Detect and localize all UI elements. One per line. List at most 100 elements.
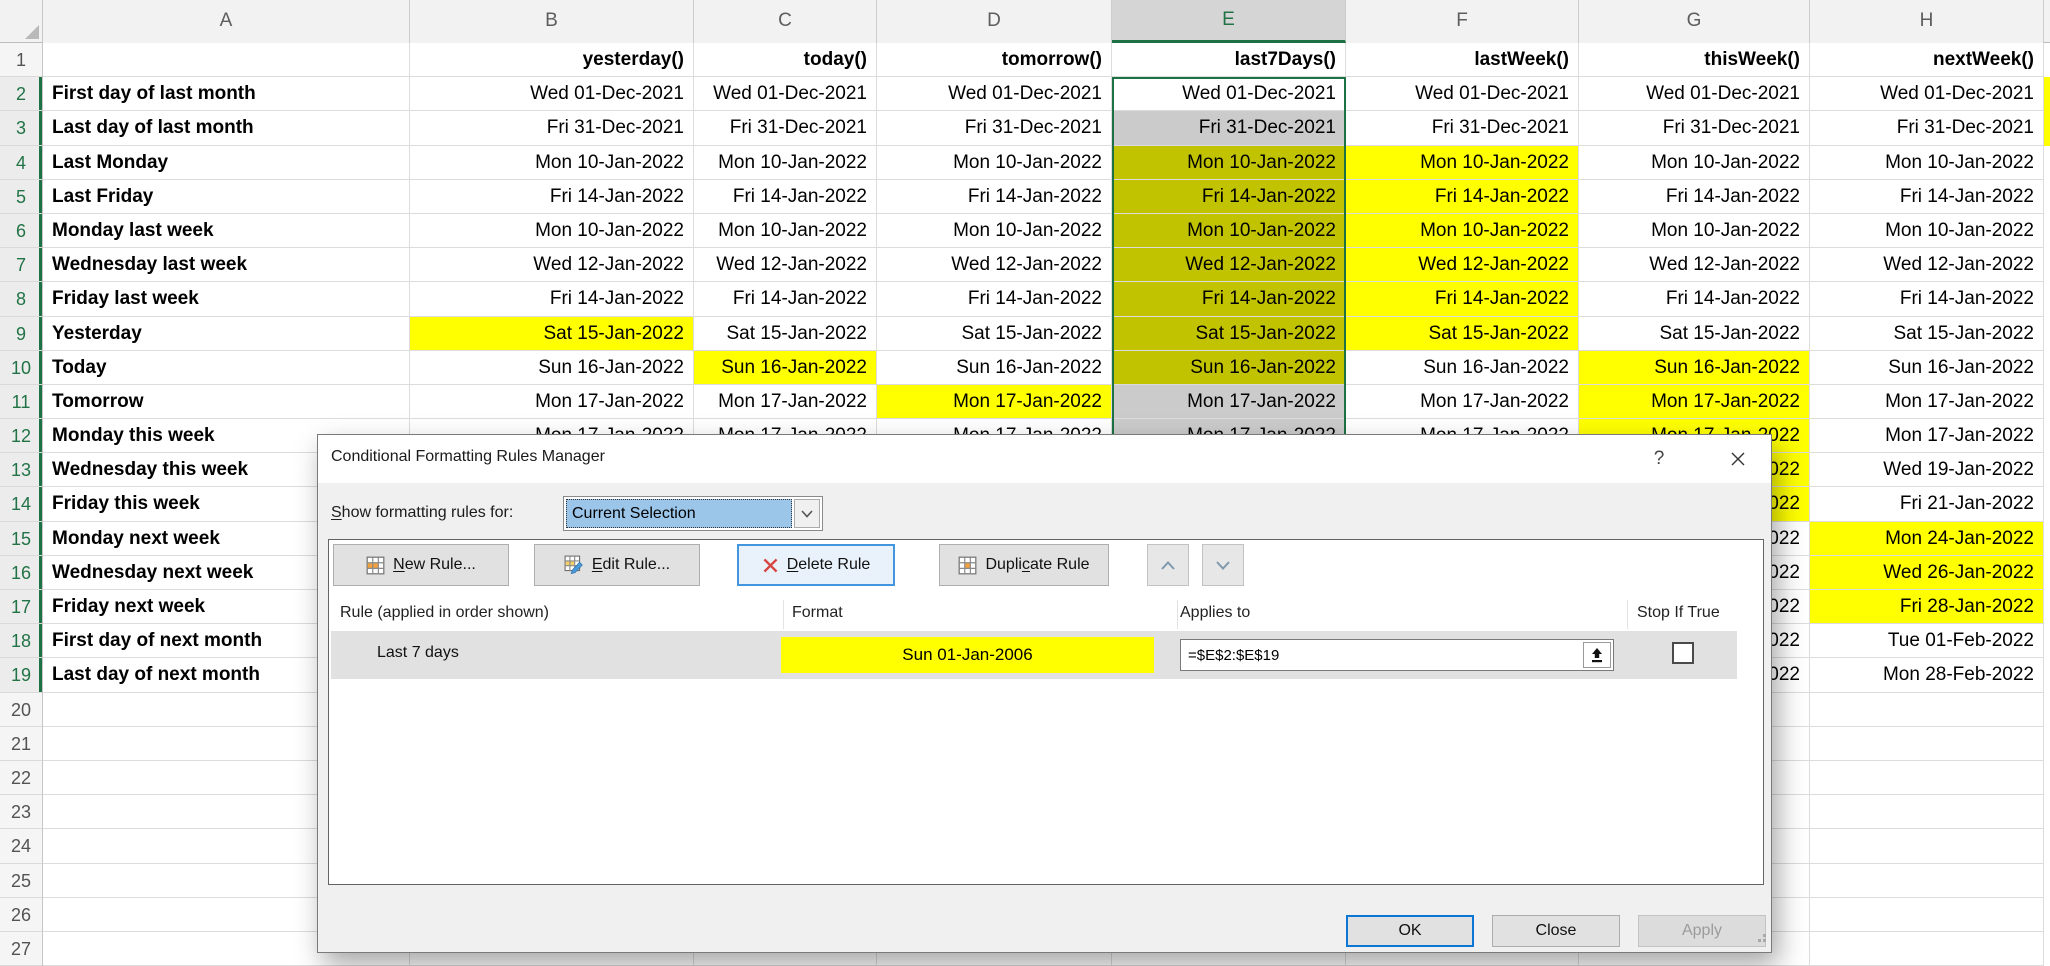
row-header-26[interactable]: 26 xyxy=(0,898,42,932)
cell-H9[interactable]: Sat 15-Jan-2022 xyxy=(1810,317,2044,351)
cell-H21[interactable] xyxy=(1810,727,2044,761)
cell-F4[interactable]: Mon 10-Jan-2022 xyxy=(1346,146,1579,180)
cell-H19[interactable]: Mon 28-Feb-2022 xyxy=(1810,658,2044,692)
cell-D8[interactable]: Fri 14-Jan-2022 xyxy=(877,282,1112,316)
cell-B2[interactable]: Wed 01-Dec-2021 xyxy=(410,77,694,111)
cell-G4[interactable]: Mon 10-Jan-2022 xyxy=(1579,146,1810,180)
column-header-D[interactable]: D xyxy=(877,0,1112,43)
cell-D11[interactable]: Mon 17-Jan-2022 xyxy=(877,385,1112,419)
cell-F3[interactable]: Fri 31-Dec-2021 xyxy=(1346,111,1579,145)
cell-F11[interactable]: Mon 17-Jan-2022 xyxy=(1346,385,1579,419)
cell-B5[interactable]: Fri 14-Jan-2022 xyxy=(410,180,694,214)
row-header-27[interactable]: 27 xyxy=(0,932,42,966)
cell-D1[interactable]: tomorrow() xyxy=(877,43,1112,77)
row-header-3[interactable]: 3 xyxy=(0,111,42,145)
cell-G3[interactable]: Fri 31-Dec-2021 xyxy=(1579,111,1810,145)
close-button[interactable]: Close xyxy=(1492,915,1620,947)
cell-B9[interactable]: Sat 15-Jan-2022 xyxy=(410,317,694,351)
cell-A10[interactable]: Today xyxy=(43,351,410,385)
cell-H5[interactable]: Fri 14-Jan-2022 xyxy=(1810,180,2044,214)
cell-H27[interactable] xyxy=(1810,932,2044,966)
dialog-titlebar[interactable]: Conditional Formatting Rules Manager ? xyxy=(318,435,1771,483)
cell-H2[interactable]: Wed 01-Dec-2021 xyxy=(1810,77,2044,111)
cell-C1[interactable]: today() xyxy=(694,43,877,77)
cell-B6[interactable]: Mon 10-Jan-2022 xyxy=(410,214,694,248)
column-header-H[interactable]: H xyxy=(1810,0,2044,43)
row-header-1[interactable]: 1 xyxy=(0,43,42,77)
cell-G7[interactable]: Wed 12-Jan-2022 xyxy=(1579,248,1810,282)
cell-G2[interactable]: Wed 01-Dec-2021 xyxy=(1579,77,1810,111)
cell-E11[interactable]: Mon 17-Jan-2022 xyxy=(1112,385,1346,419)
cell-F6[interactable]: Mon 10-Jan-2022 xyxy=(1346,214,1579,248)
row-header-13[interactable]: 13 xyxy=(0,453,42,487)
stop-if-true-checkbox[interactable] xyxy=(1672,642,1694,664)
cell-B3[interactable]: Fri 31-Dec-2021 xyxy=(410,111,694,145)
cell-D5[interactable]: Fri 14-Jan-2022 xyxy=(877,180,1112,214)
cell-D10[interactable]: Sun 16-Jan-2022 xyxy=(877,351,1112,385)
cell-H26[interactable] xyxy=(1810,898,2044,932)
row-header-8[interactable]: 8 xyxy=(0,282,42,316)
cell-E1[interactable]: last7Days() xyxy=(1112,43,1346,77)
cell-H22[interactable] xyxy=(1810,761,2044,795)
cell-F9[interactable]: Sat 15-Jan-2022 xyxy=(1346,317,1579,351)
cell-B10[interactable]: Sun 16-Jan-2022 xyxy=(410,351,694,385)
row-header-22[interactable]: 22 xyxy=(0,761,42,795)
cell-B7[interactable]: Wed 12-Jan-2022 xyxy=(410,248,694,282)
cell-H8[interactable]: Fri 14-Jan-2022 xyxy=(1810,282,2044,316)
row-header-19[interactable]: 19 xyxy=(0,658,42,692)
cell-D2[interactable]: Wed 01-Dec-2021 xyxy=(877,77,1112,111)
column-header-B[interactable]: B xyxy=(410,0,694,43)
cell-C11[interactable]: Mon 17-Jan-2022 xyxy=(694,385,877,419)
ok-button[interactable]: OK xyxy=(1346,915,1474,947)
move-rule-up-button[interactable] xyxy=(1147,544,1189,586)
cell-E3[interactable]: Fri 31-Dec-2021 xyxy=(1112,111,1346,145)
cell-H6[interactable]: Mon 10-Jan-2022 xyxy=(1810,214,2044,248)
new-rule-button[interactable]: New Rule... xyxy=(333,544,509,586)
cell-H25[interactable] xyxy=(1810,864,2044,898)
cell-E7[interactable]: Wed 12-Jan-2022 xyxy=(1112,248,1346,282)
cell-D7[interactable]: Wed 12-Jan-2022 xyxy=(877,248,1112,282)
row-header-4[interactable]: 4 xyxy=(0,146,42,180)
cell-F2[interactable]: Wed 01-Dec-2021 xyxy=(1346,77,1579,111)
cell-C6[interactable]: Mon 10-Jan-2022 xyxy=(694,214,877,248)
cell-A7[interactable]: Wednesday last week xyxy=(43,248,410,282)
cell-H13[interactable]: Wed 19-Jan-2022 xyxy=(1810,453,2044,487)
cell-C5[interactable]: Fri 14-Jan-2022 xyxy=(694,180,877,214)
cell-H18[interactable]: Tue 01-Feb-2022 xyxy=(1810,624,2044,658)
row-header-15[interactable]: 15 xyxy=(0,522,42,556)
cell-F7[interactable]: Wed 12-Jan-2022 xyxy=(1346,248,1579,282)
cell-H1[interactable]: nextWeek() xyxy=(1810,43,2044,77)
cell-D9[interactable]: Sat 15-Jan-2022 xyxy=(877,317,1112,351)
delete-rule-button[interactable]: Delete Rule xyxy=(737,544,895,586)
cell-H24[interactable] xyxy=(1810,829,2044,863)
cell-C8[interactable]: Fri 14-Jan-2022 xyxy=(694,282,877,316)
cell-E9[interactable]: Sat 15-Jan-2022 xyxy=(1112,317,1346,351)
cell-C4[interactable]: Mon 10-Jan-2022 xyxy=(694,146,877,180)
cell-H3[interactable]: Fri 31-Dec-2021 xyxy=(1810,111,2044,145)
duplicate-rule-button[interactable]: Duplicate Rule xyxy=(939,544,1109,586)
cell-E2[interactable]: Wed 01-Dec-2021 xyxy=(1112,77,1346,111)
row-header-12[interactable]: 12 xyxy=(0,419,42,453)
cell-E5[interactable]: Fri 14-Jan-2022 xyxy=(1112,180,1346,214)
cell-A3[interactable]: Last day of last month xyxy=(43,111,410,145)
row-header-24[interactable]: 24 xyxy=(0,829,42,863)
cell-G11[interactable]: Mon 17-Jan-2022 xyxy=(1579,385,1810,419)
cell-E4[interactable]: Mon 10-Jan-2022 xyxy=(1112,146,1346,180)
cell-C10[interactable]: Sun 16-Jan-2022 xyxy=(694,351,877,385)
cell-H23[interactable] xyxy=(1810,795,2044,829)
row-header-18[interactable]: 18 xyxy=(0,624,42,658)
cell-A8[interactable]: Friday last week xyxy=(43,282,410,316)
row-header-2[interactable]: 2 xyxy=(0,77,42,111)
resize-grip[interactable] xyxy=(1754,930,1767,948)
cell-H11[interactable]: Mon 17-Jan-2022 xyxy=(1810,385,2044,419)
cell-B1[interactable]: yesterday() xyxy=(410,43,694,77)
edit-rule-button[interactable]: Edit Rule... xyxy=(534,544,700,586)
cell-H12[interactable]: Mon 17-Jan-2022 xyxy=(1810,419,2044,453)
cell-D3[interactable]: Fri 31-Dec-2021 xyxy=(877,111,1112,145)
move-rule-down-button[interactable] xyxy=(1202,544,1244,586)
rules-scope-dropdown[interactable]: Current Selection xyxy=(563,496,823,531)
applies-to-input[interactable] xyxy=(1181,640,1586,670)
cell-G6[interactable]: Mon 10-Jan-2022 xyxy=(1579,214,1810,248)
row-header-20[interactable]: 20 xyxy=(0,693,42,727)
cell-C9[interactable]: Sat 15-Jan-2022 xyxy=(694,317,877,351)
